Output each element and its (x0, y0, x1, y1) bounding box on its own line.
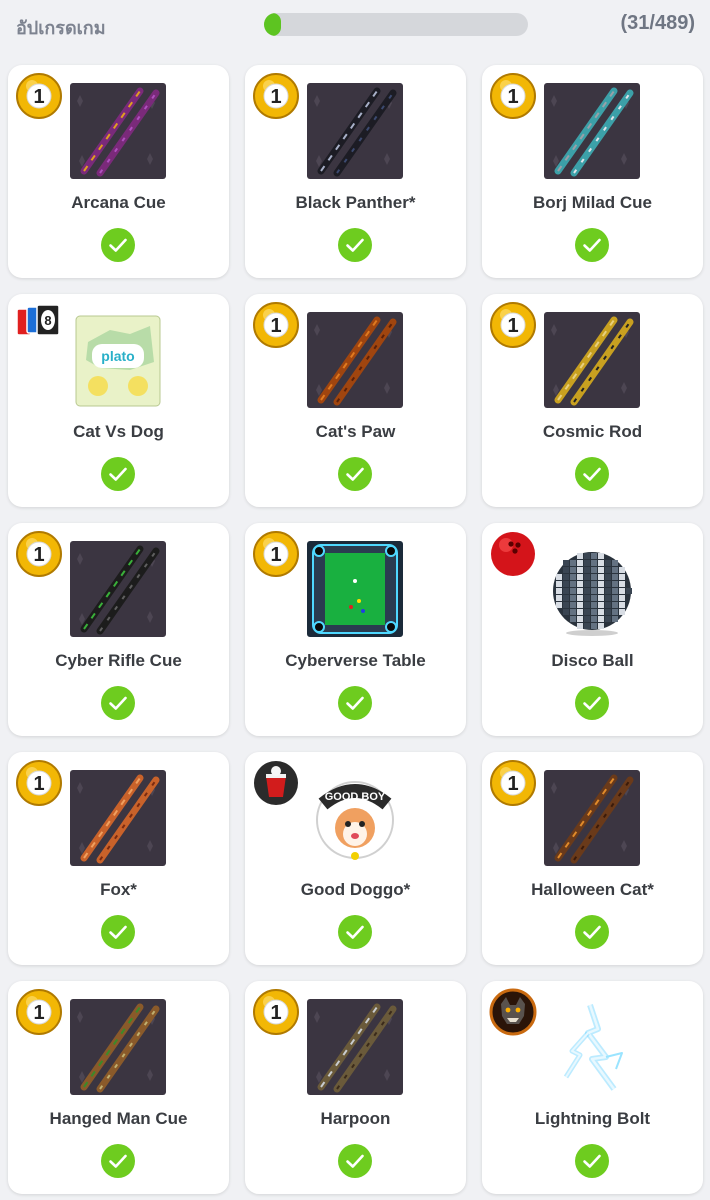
pool-ball-1-icon: 1 (489, 759, 537, 807)
item-grid: 1 Arcana Cue 1 Black Panther* 1 Borj Milad Cu… (8, 65, 703, 1194)
pool-ball-1-icon: 1 (252, 530, 300, 578)
check-icon (100, 1143, 136, 1179)
item-card-harpoon[interactable]: 1 Harpoon (245, 981, 466, 1194)
svg-text:1: 1 (507, 86, 518, 108)
check-icon (574, 456, 610, 492)
item-name: Good Doggo* (300, 880, 411, 899)
bowling-ball-icon (489, 530, 537, 578)
item-card-borj-milad-cue[interactable]: 1 Borj Milad Cue (482, 65, 703, 278)
svg-text:1: 1 (33, 773, 44, 795)
cue-image (70, 770, 166, 866)
item-card-hanged-man-cue[interactable]: 1 Hanged Man Cue (8, 981, 229, 1194)
check-icon (337, 914, 373, 950)
item-name: Arcana Cue (71, 193, 166, 212)
svg-text:1: 1 (270, 315, 281, 337)
item-card-cat-s-paw[interactable]: 1 Cat's Paw (245, 294, 466, 507)
check-icon (574, 685, 610, 721)
svg-text:1: 1 (507, 315, 518, 337)
disco-ball-image (544, 541, 640, 637)
cue-image (544, 83, 640, 179)
svg-text:plato: plato (101, 348, 134, 364)
item-card-cyberverse-table[interactable]: 1 Cyberverse Table (245, 523, 466, 736)
pool-ball-1-icon: 1 (252, 988, 300, 1036)
cue-image (544, 312, 640, 408)
svg-text:1: 1 (270, 544, 281, 566)
item-name: Halloween Cat* (531, 880, 654, 899)
pool-ball-1-icon: 1 (15, 988, 63, 1036)
svg-text:1: 1 (507, 773, 518, 795)
progress-count: (31/489) (620, 12, 696, 34)
pool-ball-1-icon: 1 (15, 530, 63, 578)
pool-ball-1-icon: 1 (252, 72, 300, 120)
pool-ball-1-icon: 1 (15, 759, 63, 807)
item-card-cosmic-rod[interactable]: 1 Cosmic Rod (482, 294, 703, 507)
check-icon (574, 1143, 610, 1179)
cue-image (70, 541, 166, 637)
check-icon (574, 227, 610, 263)
uno-cards-icon: 8 (15, 301, 63, 349)
item-name: Black Panther* (295, 193, 416, 212)
item-card-cyber-rifle-cue[interactable]: 1 Cyber Rifle Cue (8, 523, 229, 736)
cue-image (307, 999, 403, 1095)
item-card-good-doggo[interactable]: GOOD BOY Good Doggo* (245, 752, 466, 965)
item-card-cat-vs-dog[interactable]: 8 plato Cat Vs Dog (8, 294, 229, 507)
svg-text:1: 1 (270, 1002, 281, 1024)
plato-sticker-image: plato (70, 312, 166, 408)
page-title: อัปเกรดเกม (16, 18, 106, 38)
progress-bar (264, 13, 528, 36)
item-card-arcana-cue[interactable]: 1 Arcana Cue (8, 65, 229, 278)
cue-image (544, 770, 640, 866)
item-card-disco-ball[interactable]: Disco Ball (482, 523, 703, 736)
item-card-fox[interactable]: 1 Fox* (8, 752, 229, 965)
item-name: Hanged Man Cue (49, 1109, 188, 1128)
svg-text:1: 1 (33, 1002, 44, 1024)
sticker-text: GOOD BOY (325, 791, 386, 803)
beer-pong-cup-icon (252, 759, 300, 807)
progress-bar-fill (264, 13, 281, 36)
check-icon (337, 685, 373, 721)
pool-table-image (307, 541, 403, 637)
check-icon (337, 1143, 373, 1179)
pool-ball-1-icon: 1 (15, 72, 63, 120)
item-name: Disco Ball (551, 651, 634, 670)
check-icon (337, 227, 373, 263)
cue-image (307, 83, 403, 179)
item-name: Cat Vs Dog (73, 422, 164, 441)
check-icon (100, 914, 136, 950)
werewolf-icon (489, 988, 537, 1036)
item-card-halloween-cat[interactable]: 1 Halloween Cat* (482, 752, 703, 965)
svg-text:1: 1 (33, 86, 44, 108)
lightning-bolt-image (544, 999, 640, 1095)
cue-image (307, 312, 403, 408)
svg-text:1: 1 (33, 544, 44, 566)
pool-ball-1-icon: 1 (489, 72, 537, 120)
item-name: Harpoon (320, 1109, 391, 1128)
item-card-black-panther[interactable]: 1 Black Panther* (245, 65, 466, 278)
check-icon (100, 227, 136, 263)
item-name: Lightning Bolt (534, 1109, 651, 1128)
svg-text:8: 8 (44, 313, 51, 328)
svg-text:1: 1 (270, 86, 281, 108)
good-boy-sticker-image: GOOD BOY (307, 770, 403, 866)
item-name: Cyber Rifle Cue (55, 651, 182, 670)
item-name: Borj Milad Cue (532, 193, 652, 212)
check-icon (100, 456, 136, 492)
item-name: Cosmic Rod (542, 422, 643, 441)
check-icon (100, 685, 136, 721)
cue-image (70, 83, 166, 179)
pool-ball-1-icon: 1 (252, 301, 300, 349)
item-name: Cat's Paw (315, 422, 396, 441)
top-bar: อัปเกรดเกม (31/489) (0, 0, 710, 50)
item-name: Fox* (100, 880, 137, 899)
cue-image (70, 999, 166, 1095)
pool-ball-1-icon: 1 (489, 301, 537, 349)
check-icon (337, 456, 373, 492)
item-card-lightning-bolt[interactable]: Lightning Bolt (482, 981, 703, 1194)
check-icon (574, 914, 610, 950)
item-name: Cyberverse Table (285, 651, 426, 670)
